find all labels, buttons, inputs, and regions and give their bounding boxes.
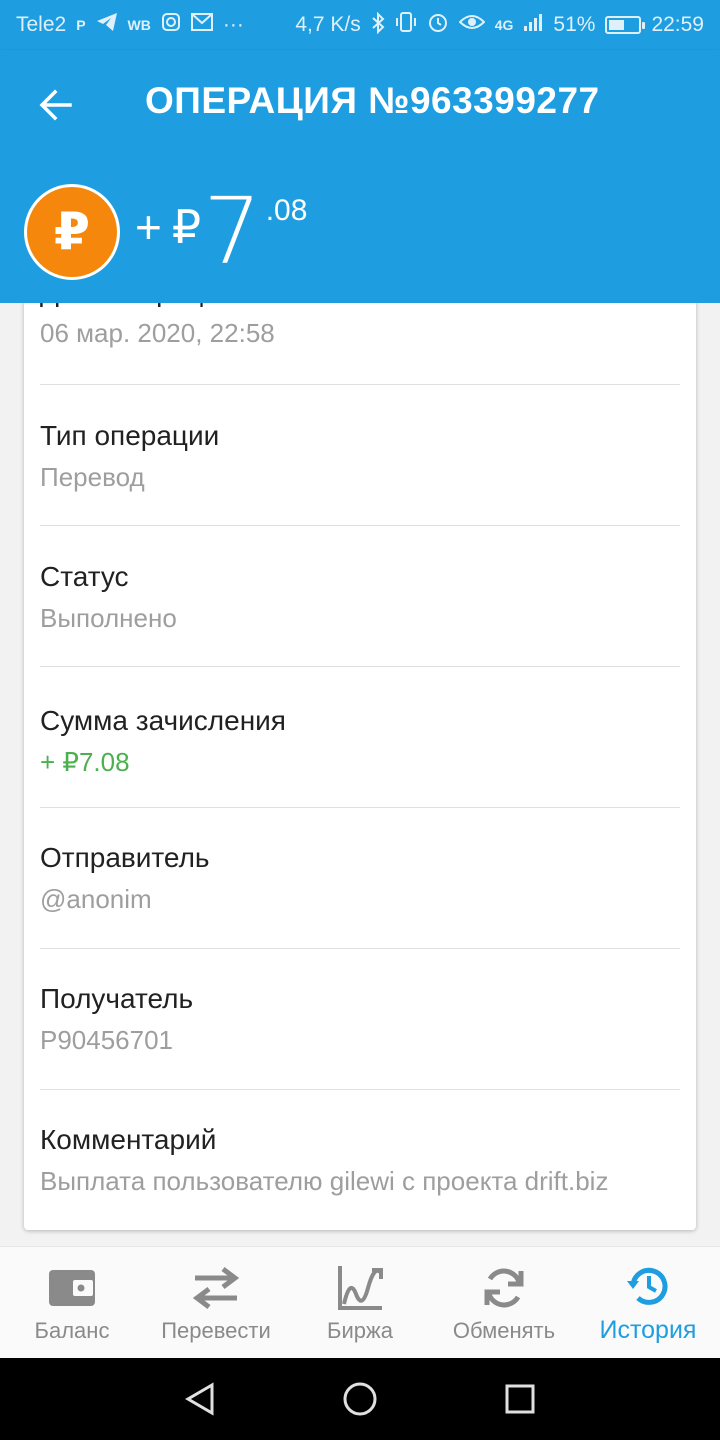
gmail-icon [190, 13, 213, 37]
amount-integer: 7 [203, 178, 262, 285]
history-icon [625, 1260, 671, 1312]
alarm-icon [427, 11, 449, 39]
nav-label: Обменять [452, 1317, 556, 1343]
detail-label: Отправитель [40, 842, 210, 873]
circle-home-icon [343, 1382, 377, 1416]
operation-details-card: Дата операции 06 мар. 2020, 22:58 Тип оп… [24, 240, 696, 1230]
page-title: ОПЕРАЦИЯ №963399277 [145, 80, 600, 121]
divider [40, 807, 680, 808]
detail-row-amount: Сумма зачисления + ₽7.08 [40, 705, 680, 778]
detail-value: @anonim [40, 884, 152, 914]
system-back-button[interactable] [170, 1369, 230, 1429]
carrier-label: Tele2 [16, 13, 67, 36]
amount-sign: + [135, 201, 162, 253]
transfer-arrows-icon [191, 1262, 241, 1314]
instagram-icon [161, 12, 181, 38]
detail-value: Выплата пользователю gilewi с проекта dr… [40, 1166, 609, 1196]
divider [40, 525, 680, 526]
divider [40, 384, 680, 385]
nav-item-balance[interactable]: Баланс [0, 1247, 144, 1358]
network-type-label: 4G [494, 17, 514, 33]
nav-item-history[interactable]: История [576, 1247, 720, 1358]
battery-icon [605, 16, 646, 34]
detail-value-amount: + ₽7.08 [40, 747, 130, 777]
wb-icon: WB [127, 17, 151, 33]
detail-label: Сумма зачисления [40, 705, 286, 736]
nav-label: История [599, 1316, 697, 1344]
signal-icon [523, 12, 543, 38]
system-navigation-bar [0, 1358, 720, 1440]
nav-label: Баланс [34, 1317, 110, 1343]
amount-fraction: .08 [265, 194, 308, 227]
chart-icon [336, 1262, 384, 1314]
amount-currency: ₽ [171, 201, 202, 253]
status-bar-right: 4,7 K/s 4G 51% 22:59 [295, 11, 704, 39]
ruble-coin-icon: ₽ [24, 184, 120, 280]
vibrate-icon [395, 11, 417, 39]
status-bar-left: Tele2 P WB ··· [16, 12, 244, 38]
detail-label: Комментарий [40, 1124, 217, 1155]
amount-header: ₽ + ₽ 7 .08 [0, 160, 720, 303]
detail-label: Статус [40, 561, 129, 592]
detail-row-comment: Комментарий Выплата пользователю gilewi … [40, 1124, 680, 1197]
detail-value: Выполнено [40, 603, 177, 633]
status-bar: Tele2 P WB ··· 4,7 K/s 4G 51% 22:59 [0, 0, 720, 50]
clock: 22:59 [651, 13, 704, 36]
detail-label: Тип операции [40, 420, 220, 451]
divider [40, 666, 680, 667]
network-speed: 4,7 K/s [295, 13, 361, 36]
bottom-navigation: Баланс Перевести Биржа Обменять История [0, 1246, 720, 1358]
detail-value: P90456701 [40, 1025, 174, 1055]
detail-value: Перевод [40, 462, 145, 492]
triangle-back-icon [185, 1382, 214, 1416]
nav-label: Биржа [327, 1317, 393, 1343]
bluetooth-icon [371, 11, 385, 39]
nav-item-exchange[interactable]: Обменять [432, 1247, 576, 1358]
square-recents-icon [505, 1384, 535, 1414]
back-button[interactable] [26, 75, 86, 135]
nav-label: Перевести [161, 1317, 271, 1343]
system-recents-button[interactable] [490, 1369, 550, 1429]
divider [40, 948, 680, 949]
app-bar: ОПЕРАЦИЯ №963399277 [0, 50, 720, 160]
divider [40, 1089, 680, 1090]
more-dots-icon: ··· [222, 13, 244, 36]
wallet-icon [47, 1262, 97, 1314]
detail-value: 06 мар. 2020, 22:58 [40, 318, 275, 348]
detail-label: Получатель [40, 983, 194, 1014]
battery-percent: 51% [553, 13, 596, 36]
arrow-back-icon [39, 89, 72, 121]
eye-comfort-icon [458, 13, 486, 37]
detail-row-status: Статус Выполнено [40, 561, 680, 634]
nav-item-transfer[interactable]: Перевести [144, 1247, 288, 1358]
parking-icon: P [76, 17, 86, 33]
exchange-icon [481, 1262, 527, 1314]
detail-row-type: Тип операции Перевод [40, 420, 680, 493]
telegram-icon [96, 12, 118, 38]
nav-item-exchange-market[interactable]: Биржа [288, 1247, 432, 1358]
detail-row-recipient: Получатель P90456701 [40, 983, 680, 1056]
system-home-button[interactable] [330, 1369, 390, 1429]
detail-row-sender: Отправитель @anonim [40, 842, 680, 915]
amount-display: + ₽ 7 .08 [135, 178, 308, 285]
